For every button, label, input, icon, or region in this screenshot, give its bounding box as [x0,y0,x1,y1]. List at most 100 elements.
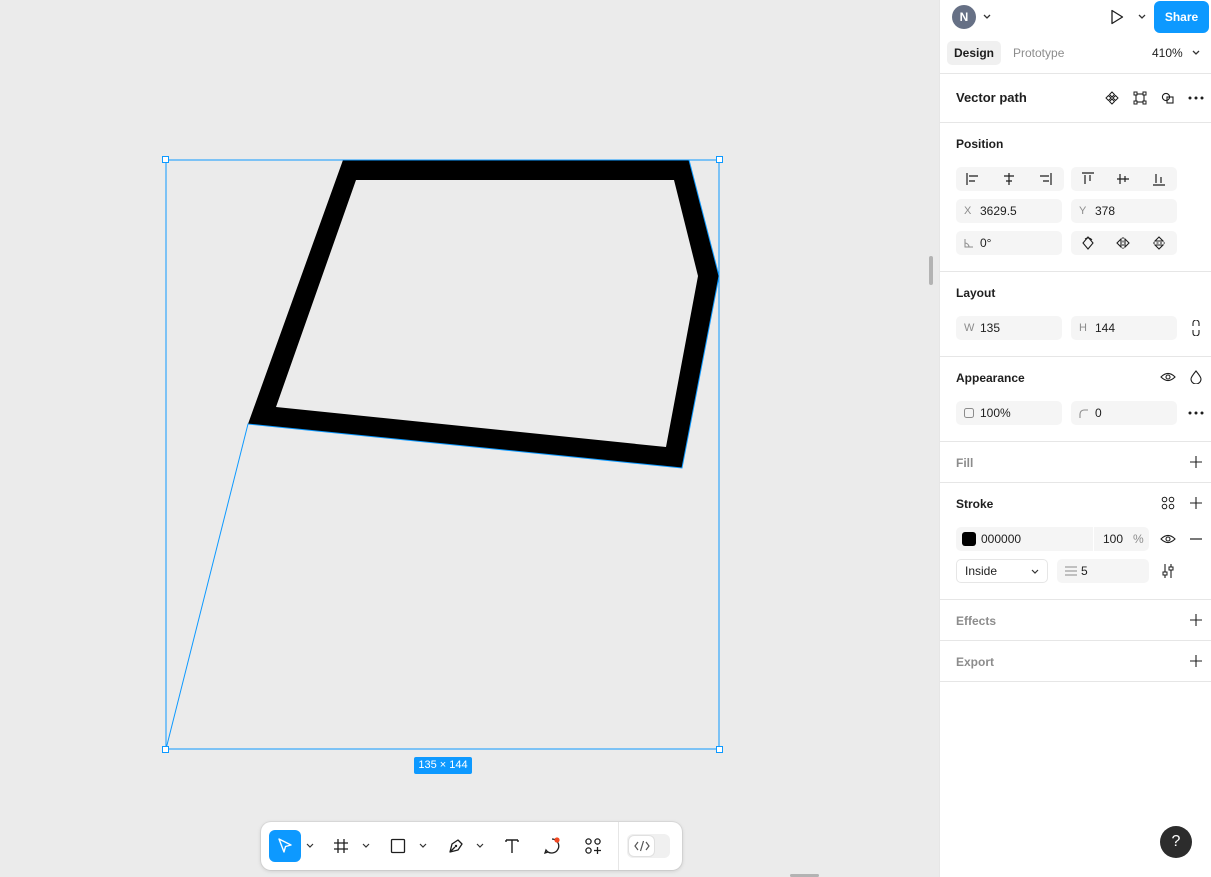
frame-tool-button[interactable] [325,830,357,862]
rotate-90-icon[interactable] [1078,233,1098,253]
align-horizontal-center-icon[interactable] [999,169,1019,189]
add-fill-plus-icon[interactable] [1186,452,1206,472]
properties-panel: N Share Design Prototype 410% Vector pat… [939,0,1211,877]
pen-tool-menu[interactable] [475,840,485,852]
horizontal-align-group [956,167,1064,191]
divider [940,73,1211,74]
rectangle-tool-button[interactable] [382,830,414,862]
remove-stroke-minus-icon[interactable] [1186,529,1206,549]
chevron-down-icon [306,843,314,848]
advanced-stroke-settings-icon[interactable] [1158,561,1178,581]
toolbar-divider [618,822,619,870]
export-section-title: Export [956,655,995,669]
tab-design[interactable]: Design [947,41,1002,65]
avatar[interactable]: N [952,5,976,29]
text-icon [505,839,519,853]
add-stroke-plus-icon[interactable] [1186,493,1206,513]
pen-icon [449,839,463,853]
y-position-field[interactable]: Y 378 [1071,199,1177,223]
add-export-plus-icon[interactable] [1186,651,1206,671]
vertical-align-group [1071,167,1177,191]
zoom-level[interactable]: 410% [1152,41,1183,65]
canvas[interactable]: 135 × 144 [0,0,939,877]
frame-icon [334,839,348,853]
stroke-color-swatch[interactable] [962,532,976,546]
flip-vertical-icon[interactable] [1149,233,1169,253]
opacity-field[interactable]: 100% [956,401,1062,425]
dev-mode-toggle[interactable] [627,834,670,858]
height-field[interactable]: H 144 [1071,316,1177,340]
chevron-down-icon [983,14,991,19]
divider [940,482,1211,483]
present-button[interactable] [1107,7,1127,27]
constrain-proportions-icon[interactable] [1186,318,1206,338]
dev-mode-icon [633,840,650,852]
resize-handle-top-right[interactable] [716,156,723,163]
zoom-menu-chevron[interactable] [1186,43,1206,63]
corner-radius-icon [1079,401,1088,425]
resize-handle-top-left[interactable] [162,156,169,163]
stroke-position-select[interactable]: Inside [956,559,1048,583]
stroke-section-title: Stroke [956,497,994,511]
rectangle-tool-menu[interactable] [418,840,428,852]
actions-icon [585,838,601,854]
frame-tool-menu[interactable] [361,840,371,852]
stroke-weight-field[interactable]: 5 [1057,559,1149,583]
tab-prototype[interactable]: Prototype [1006,41,1071,65]
chevron-down-icon [362,843,370,848]
rectangle-icon [390,838,406,854]
stroke-opacity-value[interactable]: 100 [1103,527,1123,551]
text-tool-button[interactable] [496,830,528,862]
appearance-section-title: Appearance [956,371,1025,385]
opacity-icon [964,401,974,425]
move-tool-button[interactable] [269,830,301,862]
stroke-visibility-eye-icon[interactable] [1158,529,1178,549]
width-field[interactable]: W 135 [956,316,1062,340]
divider [940,271,1211,272]
stroke-opacity-divider [1093,527,1094,551]
divider [940,681,1211,682]
align-vertical-center-icon[interactable] [1113,169,1133,189]
boolean-ops-icon[interactable] [1158,88,1178,108]
move-tool-menu[interactable] [305,840,315,852]
move-icon [278,838,292,853]
help-button[interactable]: ? [1160,826,1192,858]
divider [940,122,1211,123]
vector-path-shape[interactable] [0,0,939,877]
align-left-icon[interactable] [963,169,983,189]
stroke-opacity-unit: % [1133,532,1144,546]
stroke-color-field[interactable]: 000000 100 % [956,527,1149,551]
resize-handle-bottom-right[interactable] [716,746,723,753]
present-menu-chevron[interactable] [1132,7,1152,27]
fill-section-title: Fill [956,456,974,470]
align-right-icon[interactable] [1035,169,1055,189]
rotation-field[interactable]: 0° [956,231,1062,255]
align-top-icon[interactable] [1078,169,1098,189]
chevron-down-icon [476,843,484,848]
more-options-icon[interactable] [1186,403,1206,423]
style-grid-icon[interactable] [1158,493,1178,513]
flip-horizontal-icon[interactable] [1113,233,1133,253]
avatar-menu-chevron[interactable] [977,7,997,27]
vertical-scrollbar[interactable] [929,256,933,285]
rotation-icon [964,231,973,255]
chevron-down-icon [1192,50,1200,55]
add-effect-plus-icon[interactable] [1186,610,1206,630]
actions-tool-button[interactable] [577,830,609,862]
pen-tool-button[interactable] [440,830,472,862]
resize-handle-bottom-left[interactable] [162,746,169,753]
more-options-icon[interactable] [1186,88,1206,108]
stroke-weight-icon [1065,559,1077,583]
align-bottom-icon[interactable] [1149,169,1169,189]
edit-object-icon[interactable] [1130,88,1150,108]
corner-radius-field[interactable]: 0 [1071,401,1177,425]
transform-group [1071,231,1177,255]
layout-section-title: Layout [956,286,996,300]
share-button[interactable]: Share [1154,1,1209,33]
comment-tool-button[interactable] [536,830,568,862]
component-icon[interactable] [1102,88,1122,108]
chevron-down-icon [1031,559,1039,583]
blend-mode-icon[interactable] [1186,367,1206,387]
visibility-eye-icon[interactable] [1158,367,1178,387]
x-position-field[interactable]: X 3629.5 [956,199,1062,223]
